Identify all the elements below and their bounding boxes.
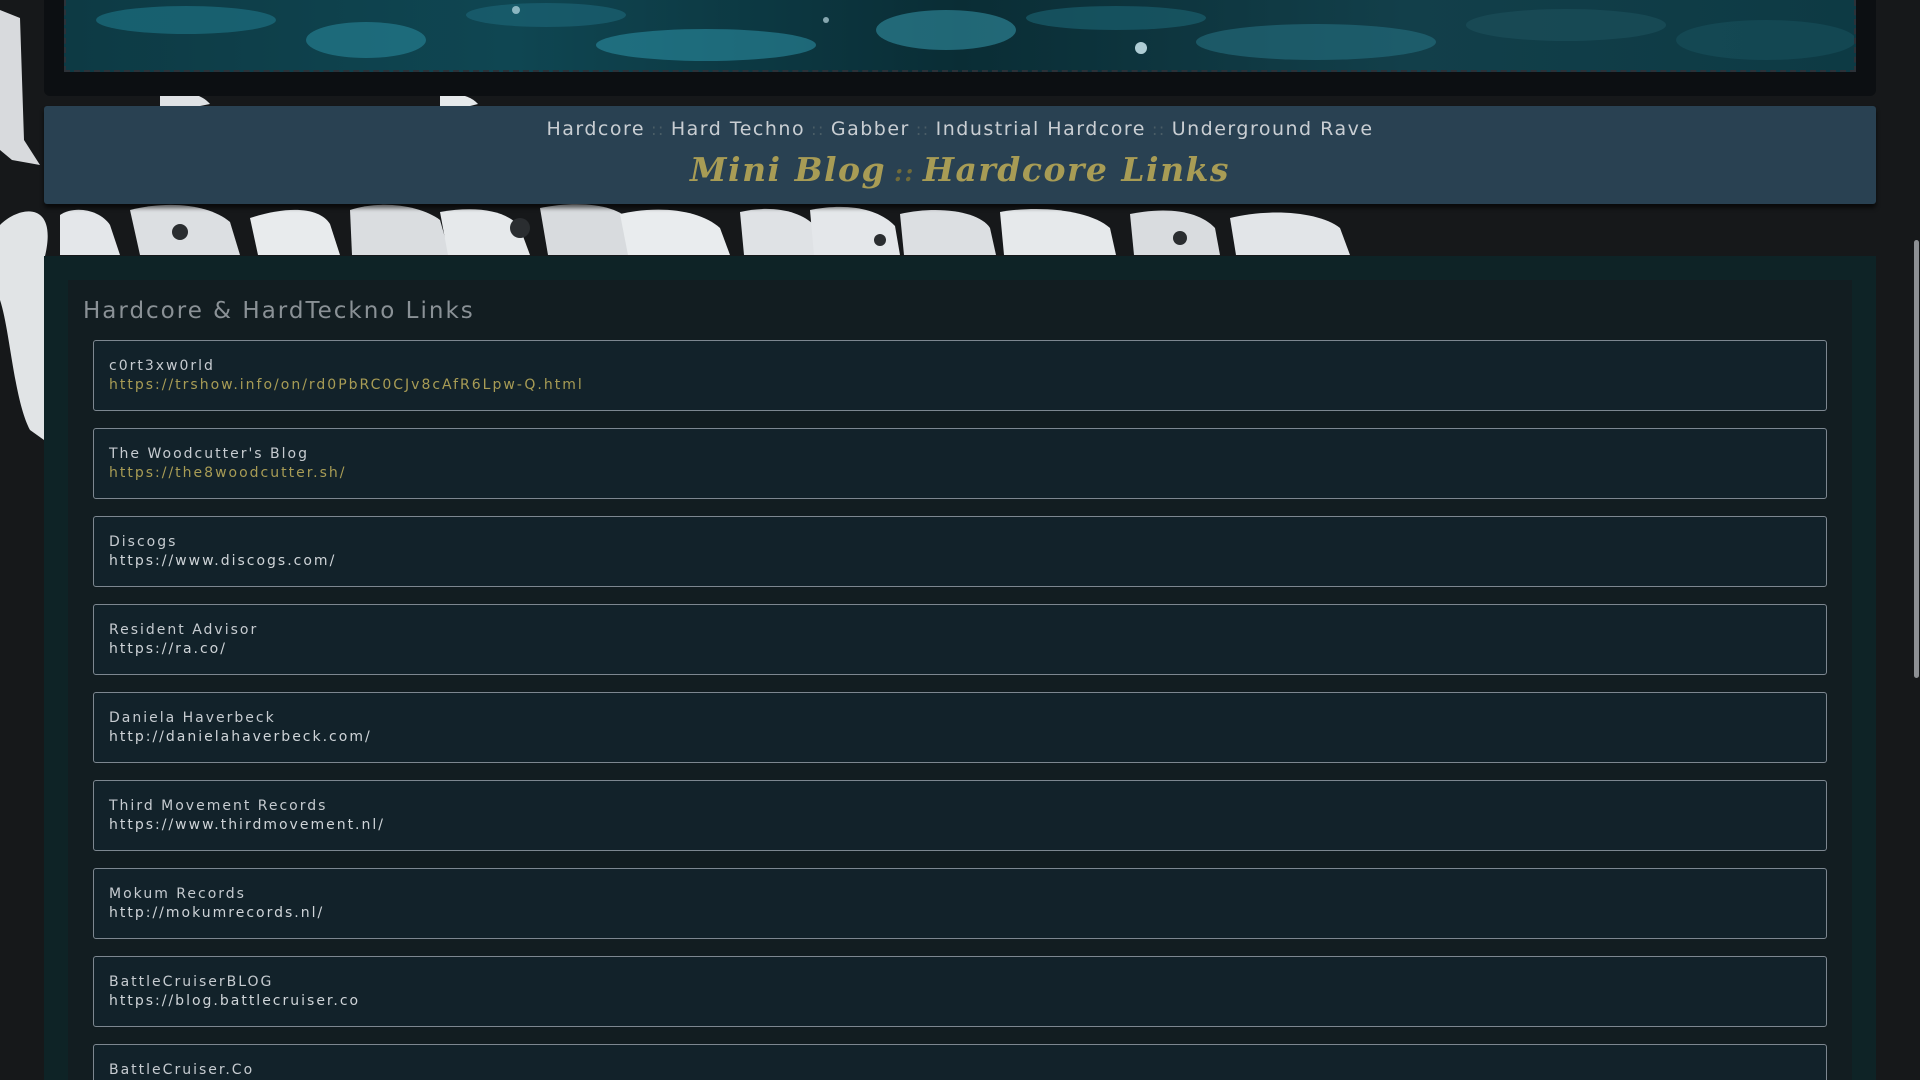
link-name: Resident Advisor — [109, 622, 259, 638]
link-card[interactable]: Mokum Records http://mokumrecords.nl/ — [93, 868, 1827, 939]
link-card[interactable]: Daniela Haverbeck http://danielahaverbeck… — [93, 692, 1827, 763]
link-url[interactable]: https://blog.battlecruiser.co — [109, 992, 1811, 1011]
header-banner-image — [64, 0, 1856, 72]
link-url[interactable]: http://mokumrecords.nl/ — [109, 904, 1811, 923]
link-name: Third Movement Records — [109, 798, 328, 814]
nav-link-gabber[interactable]: Gabber — [831, 118, 910, 140]
site-title: Mini Blog:: Hardcore Links — [44, 150, 1876, 189]
link-url[interactable]: https://www.thirdmovement.nl/ — [109, 816, 1811, 835]
link-name: c0rt3xw0rld — [109, 358, 215, 374]
link-name: Discogs — [109, 534, 178, 550]
link-card[interactable]: c0rt3xw0rld https://trshow.info/on/rd0PbR… — [93, 340, 1827, 411]
link-name: The Woodcutter's Blog — [109, 446, 309, 462]
link-url[interactable]: https://ra.co/ — [109, 640, 1811, 659]
nav-link-industrial-hardcore[interactable]: Industrial Hardcore — [936, 118, 1146, 140]
banner-texture — [96, 3, 1854, 61]
link-card[interactable]: BattleCruiserBLOG https://blog.battlecrui… — [93, 956, 1827, 1027]
link-card[interactable]: BattleCruiser.Co — [93, 1044, 1827, 1080]
nav-link-hardcore[interactable]: Hardcore — [546, 118, 645, 140]
title-mini-blog[interactable]: Mini Blog — [690, 150, 886, 189]
link-card[interactable]: The Woodcutter's Blog https://the8woodcut… — [93, 428, 1827, 499]
nav-separator: :: — [811, 120, 825, 139]
nav-separator: :: — [1151, 120, 1166, 139]
top-navbar: Hardcore:: Hard Techno:: Gabber:: Industria… — [44, 106, 1876, 204]
nav-link-hard-techno[interactable]: Hard Techno — [671, 118, 805, 140]
link-url[interactable]: https://the8woodcutter.sh/ — [109, 464, 1811, 483]
link-url[interactable]: https://www.discogs.com/ — [109, 552, 1811, 571]
link-card[interactable]: Third Movement Records https://www.thirdm… — [93, 780, 1827, 851]
link-list: c0rt3xw0rld https://trshow.info/on/rd0PbR… — [93, 340, 1827, 1080]
link-url[interactable]: http://danielahaverbeck.com/ — [109, 728, 1811, 747]
nav-link-underground-rave[interactable]: Underground Rave — [1172, 118, 1374, 140]
title-separator: :: — [894, 158, 915, 187]
link-name: BattleCruiserBLOG — [109, 974, 274, 990]
link-card[interactable]: Resident Advisor https://ra.co/ — [93, 604, 1827, 675]
nav-separator: :: — [651, 120, 665, 139]
scrollbar-thumb[interactable] — [1914, 240, 1919, 678]
link-name: Mokum Records — [109, 886, 246, 902]
nav-separator: :: — [915, 120, 930, 139]
content-panel: Hardcore & HardTeckno Links c0rt3xw0rld h… — [44, 256, 1876, 1080]
category-nav: Hardcore:: Hard Techno:: Gabber:: Industria… — [44, 118, 1876, 140]
link-name: BattleCruiser.Co — [109, 1062, 255, 1078]
title-hardcore-links[interactable]: Hardcore Links — [923, 150, 1230, 189]
page-scrollbar[interactable] — [1912, 0, 1920, 1080]
page: Hardcore:: Hard Techno:: Gabber:: Industria… — [0, 0, 1920, 1080]
section-heading: Hardcore & HardTeckno Links — [83, 298, 475, 324]
link-card[interactable]: Discogs https://www.discogs.com/ — [93, 516, 1827, 587]
link-url[interactable]: https://trshow.info/on/rd0PbRC0CJv8cAfR6… — [109, 376, 1811, 395]
link-name: Daniela Haverbeck — [109, 710, 276, 726]
links-section: Hardcore & HardTeckno Links c0rt3xw0rld h… — [68, 280, 1852, 1080]
